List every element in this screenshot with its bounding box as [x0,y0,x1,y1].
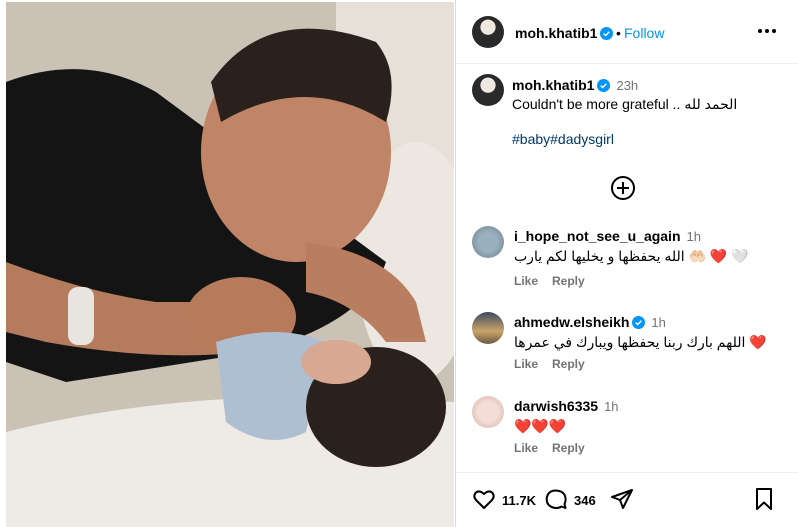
post-header: moh.khatib1 • Follow [456,0,798,64]
comment-actions: Like Reply [514,357,599,371]
commenter-username[interactable]: darwish6335 1h [514,398,619,414]
verified-badge-icon [597,79,611,92]
comment-timestamp[interactable]: 1h [687,229,701,244]
likes-count[interactable]: 11.7K [502,493,536,508]
post-photo[interactable] [6,2,454,527]
comment-timestamp[interactable]: 1h [604,399,618,414]
post-action-bar: 11.7K 346 [456,472,798,527]
post-photo-illustration [6,2,454,527]
header-dot-separator: • [616,25,621,41]
share-icon[interactable] [610,487,634,511]
comment-text: اللهم بارك ربنا يحفظها ويبارك في عمرها ❤… [514,334,767,350]
comment-like-button[interactable]: Like [514,441,538,455]
caption-timestamp[interactable]: 23h [616,78,638,93]
comment-text: الله يحفظها و يخليها لكم يارب 🤲🏻 ❤️ 🤍 [514,248,749,264]
comment-text: ❤️❤️❤️ [514,418,567,434]
comment-actions: Like Reply [514,274,599,288]
caption-username[interactable]: moh.khatib1 [512,77,594,93]
comments-count[interactable]: 346 [574,493,596,508]
post-side-panel: moh.khatib1 • Follow moh.khatib1 23h Coul… [456,0,798,527]
author-username-text[interactable]: moh.khatib1 [515,25,597,41]
caption-author[interactable]: moh.khatib1 23h [512,77,638,93]
comment-like-button[interactable]: Like [514,274,538,288]
comment-reply-button[interactable]: Reply [552,357,585,371]
caption-author-avatar[interactable] [472,74,504,106]
add-comment-icon[interactable] [610,175,636,201]
bookmark-icon[interactable] [752,487,776,511]
verified-badge-icon [600,27,614,40]
heart-icon[interactable] [472,487,496,511]
comment-reply-button[interactable]: Reply [552,441,585,455]
commenter-username[interactable]: i_hope_not_see_u_again 1h [514,228,701,244]
more-icon[interactable] [752,16,782,46]
caption-hashtags[interactable]: #baby#dadysgirl [512,131,614,147]
caption-text: Couldn't be more grateful .. الحمد لله [512,96,738,112]
author-avatar[interactable] [472,16,504,48]
comment-actions: Like Reply [514,441,599,455]
commenter-avatar[interactable] [472,312,504,344]
verified-badge-icon [632,316,646,329]
comment-reply-button[interactable]: Reply [552,274,585,288]
commenter-avatar[interactable] [472,226,504,258]
comment-timestamp[interactable]: 1h [651,315,665,330]
commenter-avatar[interactable] [472,396,504,428]
comment-icon[interactable] [544,487,568,511]
commenter-username[interactable]: ahmedw.elsheikh 1h [514,314,666,330]
follow-button[interactable]: Follow [624,25,664,41]
author-username[interactable]: moh.khatib1 [515,25,614,41]
comment-like-button[interactable]: Like [514,357,538,371]
